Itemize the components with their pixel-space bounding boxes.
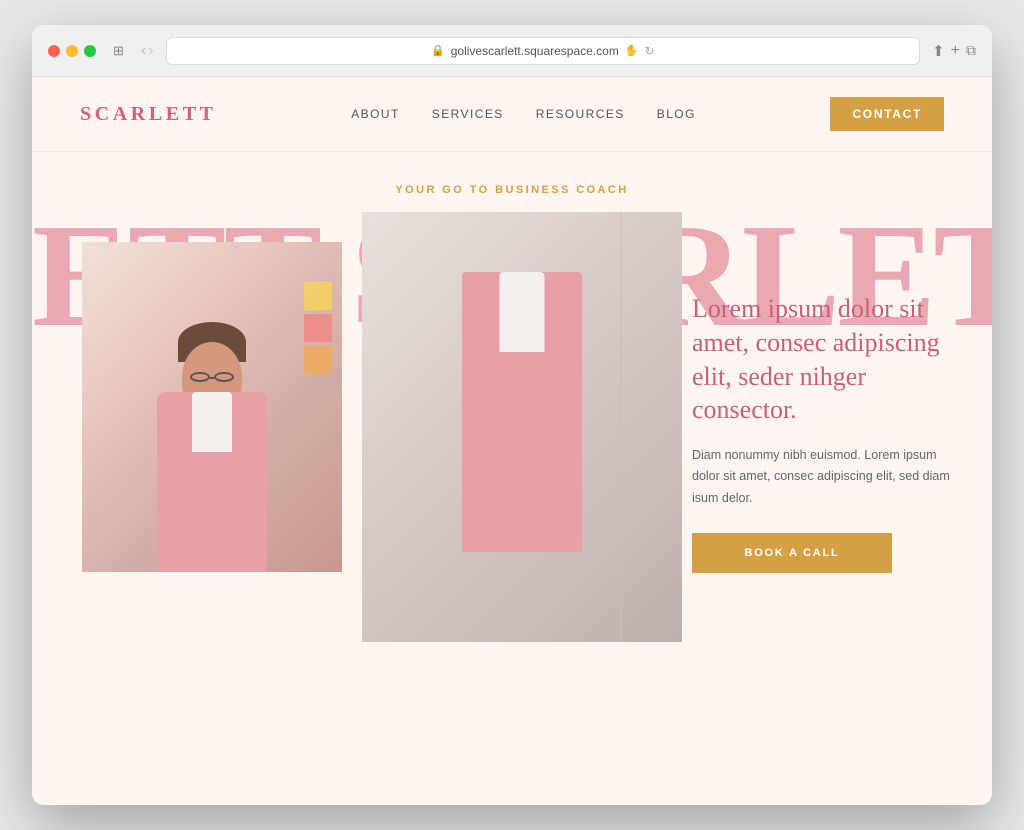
sticky-notes: [304, 282, 332, 374]
maximize-button[interactable]: [84, 45, 96, 57]
site-logo[interactable]: SCARLETT: [80, 103, 217, 126]
website-content: SCARLETT ABOUT SERVICES RESOURCES BLOG C…: [32, 77, 992, 805]
nav-arrows: ‹ ›: [141, 42, 154, 60]
photo-left: [82, 242, 342, 572]
sticky-note-pink: [304, 314, 332, 342]
site-nav: ABOUT SERVICES RESOURCES BLOG: [351, 107, 696, 121]
share-icon[interactable]: ⬆: [932, 42, 945, 60]
forward-button[interactable]: ›: [148, 42, 153, 60]
tab-overview-icon[interactable]: ⧉: [966, 42, 976, 60]
address-bar[interactable]: 🔒 golivescarlett.squarespace.com ✋ ↻: [166, 37, 921, 65]
lock-icon: 🔒: [431, 44, 445, 57]
person-body-center: [462, 272, 582, 552]
browser-chrome: ⊞ ‹ › 🔒 golivescarlett.squarespace.com ✋…: [32, 25, 992, 77]
new-tab-icon[interactable]: +: [951, 42, 960, 60]
hero-tagline: YOUR GO TO BUSINESS COACH: [32, 152, 992, 196]
contact-button[interactable]: CONTACT: [830, 97, 944, 131]
url-text: golivescarlett.squarespace.com: [451, 44, 619, 58]
reload-icon[interactable]: ↻: [645, 44, 655, 58]
nav-resources[interactable]: RESOURCES: [536, 107, 625, 121]
book-call-button[interactable]: BOOK A CALL: [692, 533, 892, 573]
traffic-lights: [48, 45, 96, 57]
close-button[interactable]: [48, 45, 60, 57]
browser-actions: ⬆ + ⧉: [932, 42, 976, 60]
site-header: SCARLETT ABOUT SERVICES RESOURCES BLOG C…: [32, 77, 992, 152]
minimize-button[interactable]: [66, 45, 78, 57]
photo-center-bg: [362, 212, 682, 642]
wall-line: [620, 212, 622, 642]
person-body-left: [157, 392, 267, 572]
tracking-icon: ✋: [625, 44, 639, 57]
sticky-note-yellow: [304, 282, 332, 310]
browser-toolbar: ⊞: [108, 41, 129, 61]
sticky-note-orange: [304, 346, 332, 374]
browser-window: ⊞ ‹ › 🔒 golivescarlett.squarespace.com ✋…: [32, 25, 992, 805]
hero-headline: Lorem ipsum dolor sit amet, consec adipi…: [692, 292, 952, 427]
nav-about[interactable]: ABOUT: [351, 107, 400, 121]
nav-services[interactable]: SERVICES: [432, 107, 504, 121]
hero-body: Diam nonummy nibh euismod. Lorem ipsum d…: [692, 445, 952, 509]
hero-section: YOUR GO TO BUSINESS COACH ETT SCARLET: [32, 152, 992, 805]
photo-center: [362, 212, 682, 642]
back-button[interactable]: ‹: [141, 42, 146, 60]
sidebar-toggle-icon[interactable]: ⊞: [108, 41, 129, 61]
photo-left-bg: [82, 242, 342, 572]
text-area: Lorem ipsum dolor sit amet, consec adipi…: [692, 292, 952, 573]
nav-blog[interactable]: BLOG: [657, 107, 696, 121]
